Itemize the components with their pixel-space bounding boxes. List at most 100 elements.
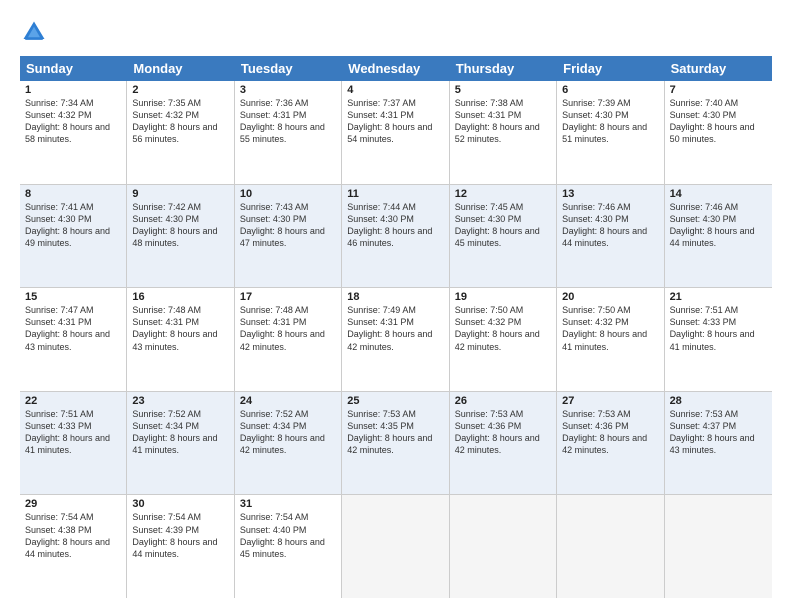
day-number: 13 — [562, 188, 658, 200]
calendar-week-3: 15Sunrise: 7:47 AMSunset: 4:31 PMDayligh… — [20, 288, 772, 392]
day-number: 18 — [347, 291, 443, 303]
day-number: 22 — [25, 395, 121, 407]
day-number: 11 — [347, 188, 443, 200]
day-number: 15 — [25, 291, 121, 303]
cell-info: Sunrise: 7:38 AMSunset: 4:31 PMDaylight:… — [455, 97, 551, 146]
cal-cell-empty-6 — [665, 495, 772, 598]
cal-cell-31: 31Sunrise: 7:54 AMSunset: 4:40 PMDayligh… — [235, 495, 342, 598]
cal-cell-3: 3Sunrise: 7:36 AMSunset: 4:31 PMDaylight… — [235, 81, 342, 184]
day-number: 27 — [562, 395, 658, 407]
cell-info: Sunrise: 7:45 AMSunset: 4:30 PMDaylight:… — [455, 201, 551, 250]
cell-info: Sunrise: 7:42 AMSunset: 4:30 PMDaylight:… — [132, 201, 228, 250]
calendar-week-1: 1Sunrise: 7:34 AMSunset: 4:32 PMDaylight… — [20, 81, 772, 185]
cal-cell-8: 8Sunrise: 7:41 AMSunset: 4:30 PMDaylight… — [20, 185, 127, 288]
cell-info: Sunrise: 7:53 AMSunset: 4:35 PMDaylight:… — [347, 408, 443, 457]
day-number: 3 — [240, 84, 336, 96]
cell-info: Sunrise: 7:54 AMSunset: 4:39 PMDaylight:… — [132, 511, 228, 560]
cal-cell-16: 16Sunrise: 7:48 AMSunset: 4:31 PMDayligh… — [127, 288, 234, 391]
cal-cell-empty-4 — [450, 495, 557, 598]
day-number: 31 — [240, 498, 336, 510]
cell-info: Sunrise: 7:37 AMSunset: 4:31 PMDaylight:… — [347, 97, 443, 146]
page: SundayMondayTuesdayWednesdayThursdayFrid… — [0, 0, 792, 612]
calendar-body: 1Sunrise: 7:34 AMSunset: 4:32 PMDaylight… — [20, 81, 772, 598]
cal-cell-5: 5Sunrise: 7:38 AMSunset: 4:31 PMDaylight… — [450, 81, 557, 184]
day-number: 6 — [562, 84, 658, 96]
cal-cell-empty-3 — [342, 495, 449, 598]
cal-cell-27: 27Sunrise: 7:53 AMSunset: 4:36 PMDayligh… — [557, 392, 664, 495]
logo-icon — [20, 18, 48, 46]
cal-cell-15: 15Sunrise: 7:47 AMSunset: 4:31 PMDayligh… — [20, 288, 127, 391]
day-number: 19 — [455, 291, 551, 303]
cal-cell-30: 30Sunrise: 7:54 AMSunset: 4:39 PMDayligh… — [127, 495, 234, 598]
day-number: 7 — [670, 84, 767, 96]
day-header-friday: Friday — [557, 56, 664, 81]
cal-cell-13: 13Sunrise: 7:46 AMSunset: 4:30 PMDayligh… — [557, 185, 664, 288]
cell-info: Sunrise: 7:54 AMSunset: 4:40 PMDaylight:… — [240, 511, 336, 560]
logo — [20, 18, 52, 46]
cell-info: Sunrise: 7:46 AMSunset: 4:30 PMDaylight:… — [670, 201, 767, 250]
cal-cell-1: 1Sunrise: 7:34 AMSunset: 4:32 PMDaylight… — [20, 81, 127, 184]
cell-info: Sunrise: 7:35 AMSunset: 4:32 PMDaylight:… — [132, 97, 228, 146]
cal-cell-2: 2Sunrise: 7:35 AMSunset: 4:32 PMDaylight… — [127, 81, 234, 184]
day-number: 17 — [240, 291, 336, 303]
day-number: 25 — [347, 395, 443, 407]
day-number: 9 — [132, 188, 228, 200]
day-number: 29 — [25, 498, 121, 510]
cell-info: Sunrise: 7:34 AMSunset: 4:32 PMDaylight:… — [25, 97, 121, 146]
day-header-saturday: Saturday — [665, 56, 772, 81]
cell-info: Sunrise: 7:52 AMSunset: 4:34 PMDaylight:… — [240, 408, 336, 457]
cell-info: Sunrise: 7:51 AMSunset: 4:33 PMDaylight:… — [25, 408, 121, 457]
day-header-wednesday: Wednesday — [342, 56, 449, 81]
cell-info: Sunrise: 7:47 AMSunset: 4:31 PMDaylight:… — [25, 304, 121, 353]
cal-cell-10: 10Sunrise: 7:43 AMSunset: 4:30 PMDayligh… — [235, 185, 342, 288]
cal-cell-9: 9Sunrise: 7:42 AMSunset: 4:30 PMDaylight… — [127, 185, 234, 288]
day-number: 23 — [132, 395, 228, 407]
cal-cell-19: 19Sunrise: 7:50 AMSunset: 4:32 PMDayligh… — [450, 288, 557, 391]
cell-info: Sunrise: 7:39 AMSunset: 4:30 PMDaylight:… — [562, 97, 658, 146]
cal-cell-11: 11Sunrise: 7:44 AMSunset: 4:30 PMDayligh… — [342, 185, 449, 288]
calendar: SundayMondayTuesdayWednesdayThursdayFrid… — [20, 56, 772, 598]
cell-info: Sunrise: 7:50 AMSunset: 4:32 PMDaylight:… — [562, 304, 658, 353]
cell-info: Sunrise: 7:53 AMSunset: 4:36 PMDaylight:… — [455, 408, 551, 457]
cal-cell-7: 7Sunrise: 7:40 AMSunset: 4:30 PMDaylight… — [665, 81, 772, 184]
cell-info: Sunrise: 7:48 AMSunset: 4:31 PMDaylight:… — [240, 304, 336, 353]
day-number: 5 — [455, 84, 551, 96]
cell-info: Sunrise: 7:53 AMSunset: 4:36 PMDaylight:… — [562, 408, 658, 457]
cal-cell-14: 14Sunrise: 7:46 AMSunset: 4:30 PMDayligh… — [665, 185, 772, 288]
cal-cell-12: 12Sunrise: 7:45 AMSunset: 4:30 PMDayligh… — [450, 185, 557, 288]
day-header-tuesday: Tuesday — [235, 56, 342, 81]
cal-cell-6: 6Sunrise: 7:39 AMSunset: 4:30 PMDaylight… — [557, 81, 664, 184]
cal-cell-4: 4Sunrise: 7:37 AMSunset: 4:31 PMDaylight… — [342, 81, 449, 184]
cal-cell-28: 28Sunrise: 7:53 AMSunset: 4:37 PMDayligh… — [665, 392, 772, 495]
day-number: 26 — [455, 395, 551, 407]
cal-cell-22: 22Sunrise: 7:51 AMSunset: 4:33 PMDayligh… — [20, 392, 127, 495]
day-number: 12 — [455, 188, 551, 200]
day-number: 1 — [25, 84, 121, 96]
calendar-week-2: 8Sunrise: 7:41 AMSunset: 4:30 PMDaylight… — [20, 185, 772, 289]
cell-info: Sunrise: 7:44 AMSunset: 4:30 PMDaylight:… — [347, 201, 443, 250]
day-number: 16 — [132, 291, 228, 303]
cell-info: Sunrise: 7:51 AMSunset: 4:33 PMDaylight:… — [670, 304, 767, 353]
header — [20, 18, 772, 46]
cell-info: Sunrise: 7:40 AMSunset: 4:30 PMDaylight:… — [670, 97, 767, 146]
day-number: 10 — [240, 188, 336, 200]
day-number: 20 — [562, 291, 658, 303]
day-header-monday: Monday — [127, 56, 234, 81]
cal-cell-21: 21Sunrise: 7:51 AMSunset: 4:33 PMDayligh… — [665, 288, 772, 391]
cal-cell-23: 23Sunrise: 7:52 AMSunset: 4:34 PMDayligh… — [127, 392, 234, 495]
day-number: 8 — [25, 188, 121, 200]
day-number: 24 — [240, 395, 336, 407]
cell-info: Sunrise: 7:36 AMSunset: 4:31 PMDaylight:… — [240, 97, 336, 146]
cal-cell-29: 29Sunrise: 7:54 AMSunset: 4:38 PMDayligh… — [20, 495, 127, 598]
day-header-sunday: Sunday — [20, 56, 127, 81]
cal-cell-20: 20Sunrise: 7:50 AMSunset: 4:32 PMDayligh… — [557, 288, 664, 391]
cal-cell-17: 17Sunrise: 7:48 AMSunset: 4:31 PMDayligh… — [235, 288, 342, 391]
calendar-header: SundayMondayTuesdayWednesdayThursdayFrid… — [20, 56, 772, 81]
calendar-week-4: 22Sunrise: 7:51 AMSunset: 4:33 PMDayligh… — [20, 392, 772, 496]
cell-info: Sunrise: 7:53 AMSunset: 4:37 PMDaylight:… — [670, 408, 767, 457]
day-number: 4 — [347, 84, 443, 96]
day-number: 14 — [670, 188, 767, 200]
cal-cell-25: 25Sunrise: 7:53 AMSunset: 4:35 PMDayligh… — [342, 392, 449, 495]
cell-info: Sunrise: 7:43 AMSunset: 4:30 PMDaylight:… — [240, 201, 336, 250]
cal-cell-24: 24Sunrise: 7:52 AMSunset: 4:34 PMDayligh… — [235, 392, 342, 495]
